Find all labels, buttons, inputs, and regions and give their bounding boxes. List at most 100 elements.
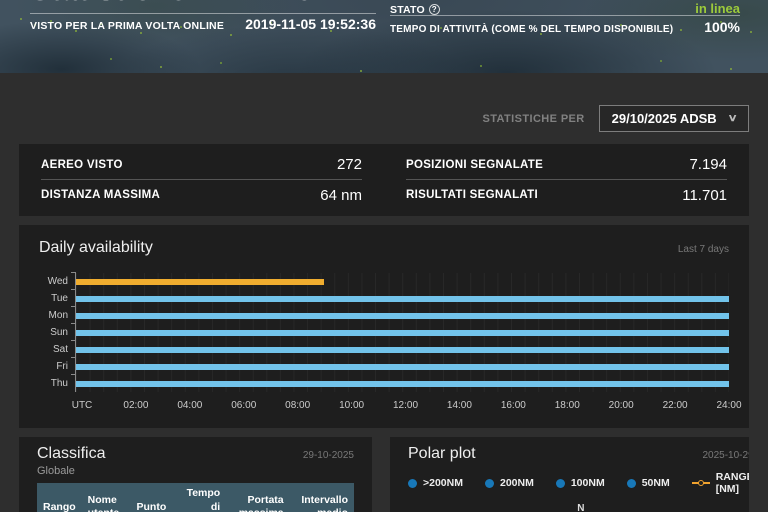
- ring-dot-icon: [627, 479, 636, 488]
- availability-track: [75, 358, 729, 375]
- first-seen-row: VISTO PER LA PRIMA VOLTA ONLINE 2019-11-…: [30, 16, 376, 32]
- legend-label: 50NM: [642, 477, 670, 489]
- leaderboard-title: Classifica: [37, 445, 105, 463]
- day-label: Sun: [39, 327, 75, 338]
- availability-chart: Wed Tue Mon Sun Sat Fri Thu: [39, 273, 729, 392]
- stat-value: 272: [337, 156, 362, 173]
- summary-stats-panel: AEREO VISTO 272 DISTANZA MASSIMA 64 nm POSI…: [19, 144, 749, 216]
- stat-row: POSIZIONI SEGNALATE 7.194: [406, 150, 727, 180]
- ring-dot-icon: [485, 479, 494, 488]
- ring-dot-icon: [408, 479, 417, 488]
- day-label: Sat: [39, 344, 75, 355]
- stat-label: RISULTATI SEGNALATI: [406, 189, 538, 201]
- availability-bar: [76, 313, 729, 319]
- x-tick-label: 12:00: [393, 400, 418, 411]
- page-title: Statistiche T-LIBD6: [30, 0, 313, 8]
- polar-date: 2025-10-29: [702, 450, 749, 461]
- stat-value: 11.701: [682, 187, 727, 204]
- period-select-value: 29/10/2025 ADSB: [612, 111, 717, 126]
- aircraft-dots-decoration: [20, 18, 22, 20]
- x-tick-label: 08:00: [285, 400, 310, 411]
- leaderboard-panel: Classifica 29-10-2025 Globale RangoNome …: [19, 437, 372, 512]
- polar-title: Polar plot: [408, 445, 476, 463]
- header-divider: [30, 13, 376, 14]
- first-seen-label: VISTO PER LA PRIMA VOLTA ONLINE: [30, 20, 224, 32]
- availability-title: Daily availability: [39, 239, 153, 257]
- availability-bar: [76, 364, 729, 370]
- availability-track: [75, 341, 729, 358]
- day-label: Thu: [39, 378, 75, 389]
- column-header: Portata massima: [226, 483, 289, 512]
- availability-bar: [76, 296, 729, 302]
- uptime-row: TEMPO DI ATTIVITÀ (COME % DEL TEMPO DISP…: [390, 19, 740, 35]
- availability-row-sun: Sun: [39, 324, 729, 341]
- polar-plot-area: N: [408, 499, 749, 512]
- x-tick-label: 06:00: [231, 400, 256, 411]
- stat-label: POSIZIONI SEGNALATE: [406, 159, 543, 171]
- uptime-label: TEMPO DI ATTIVITÀ (COME % DEL TEMPO DISP…: [390, 24, 673, 35]
- x-tick-label: 16:00: [501, 400, 526, 411]
- first-seen-value: 2019-11-05 19:52:36: [245, 16, 376, 32]
- availability-bar: [76, 381, 729, 387]
- legend-item: RANGE [NM]: [692, 471, 749, 495]
- column-header: Tempo di attività: [172, 483, 226, 512]
- status-badge: in linea: [695, 1, 740, 16]
- x-tick-label: 02:00: [123, 400, 148, 411]
- availability-row-tue: Tue: [39, 290, 729, 307]
- availability-row-mon: Mon: [39, 307, 729, 324]
- range-line-icon: [692, 482, 710, 484]
- stat-label: DISTANZA MASSIMA: [41, 189, 160, 201]
- stats-for-row: STATISTICHE PER 29/10/2025 ADSB ∨: [19, 105, 749, 132]
- legend-label: 200NM: [500, 477, 534, 489]
- day-label: Fri: [39, 361, 75, 372]
- availability-bar: [76, 330, 729, 336]
- legend-item: 50NM: [627, 477, 670, 489]
- uptime-value: 100%: [704, 19, 740, 35]
- column-header: Punto: [131, 483, 173, 512]
- leaderboard-header-row: RangoNome utentePuntoTempo di attivitàPo…: [37, 483, 354, 512]
- leaderboard-scope: Globale: [37, 465, 354, 477]
- header-divider: [390, 15, 740, 16]
- availability-row-sat: Sat: [39, 341, 729, 358]
- x-tick-label: 18:00: [555, 400, 580, 411]
- column-header: Rango: [37, 483, 82, 512]
- availability-row-fri: Fri: [39, 358, 729, 375]
- stat-row: DISTANZA MASSIMA 64 nm: [41, 180, 362, 210]
- availability-bar: [76, 347, 729, 353]
- x-tick-label: 14:00: [447, 400, 472, 411]
- legend-label: RANGE [NM]: [716, 471, 749, 495]
- day-label: Tue: [39, 293, 75, 304]
- day-label: Mon: [39, 310, 75, 321]
- daily-availability-panel: Daily availability Last 7 days Wed Tue Mon…: [19, 225, 749, 428]
- availability-track: [75, 375, 729, 392]
- legend-item: 200NM: [485, 477, 534, 489]
- stats-for-label: STATISTICHE PER: [482, 113, 584, 125]
- legend-label: 100NM: [571, 477, 605, 489]
- column-header: Nome utente: [82, 483, 131, 512]
- info-icon[interactable]: ?: [429, 4, 440, 15]
- stat-label: AEREO VISTO: [41, 159, 123, 171]
- x-tick-label: 24:00: [716, 400, 741, 411]
- legend-item: 100NM: [556, 477, 605, 489]
- availability-track: [75, 290, 729, 307]
- stat-value: 7.194: [689, 156, 727, 173]
- period-select[interactable]: 29/10/2025 ADSB ∨: [599, 105, 749, 132]
- ring-dot-icon: [556, 479, 565, 488]
- legend-label: >200NM: [423, 477, 463, 489]
- availability-row-thu: Thu: [39, 375, 729, 392]
- x-tick-label: 04:00: [177, 400, 202, 411]
- availability-period: Last 7 days: [678, 244, 729, 255]
- availability-track: [75, 307, 729, 324]
- legend-item: >200NM: [408, 477, 463, 489]
- chevron-down-icon: ∨: [727, 113, 737, 124]
- compass-n-label: N: [577, 503, 584, 512]
- stat-value: 64 nm: [320, 187, 362, 204]
- day-label: Wed: [39, 276, 75, 287]
- availability-bar: [76, 279, 324, 285]
- availability-track: [75, 273, 729, 290]
- polar-legend: >200NM 200NM 100NM 50NM RANGE [NM]: [408, 471, 749, 495]
- x-tick-label: 20:00: [609, 400, 634, 411]
- map-header: Statistiche T-LIBD6 VISTO PER LA PRIMA V…: [0, 0, 768, 73]
- x-tick-label: 10:00: [339, 400, 364, 411]
- stat-row: AEREO VISTO 272: [41, 150, 362, 180]
